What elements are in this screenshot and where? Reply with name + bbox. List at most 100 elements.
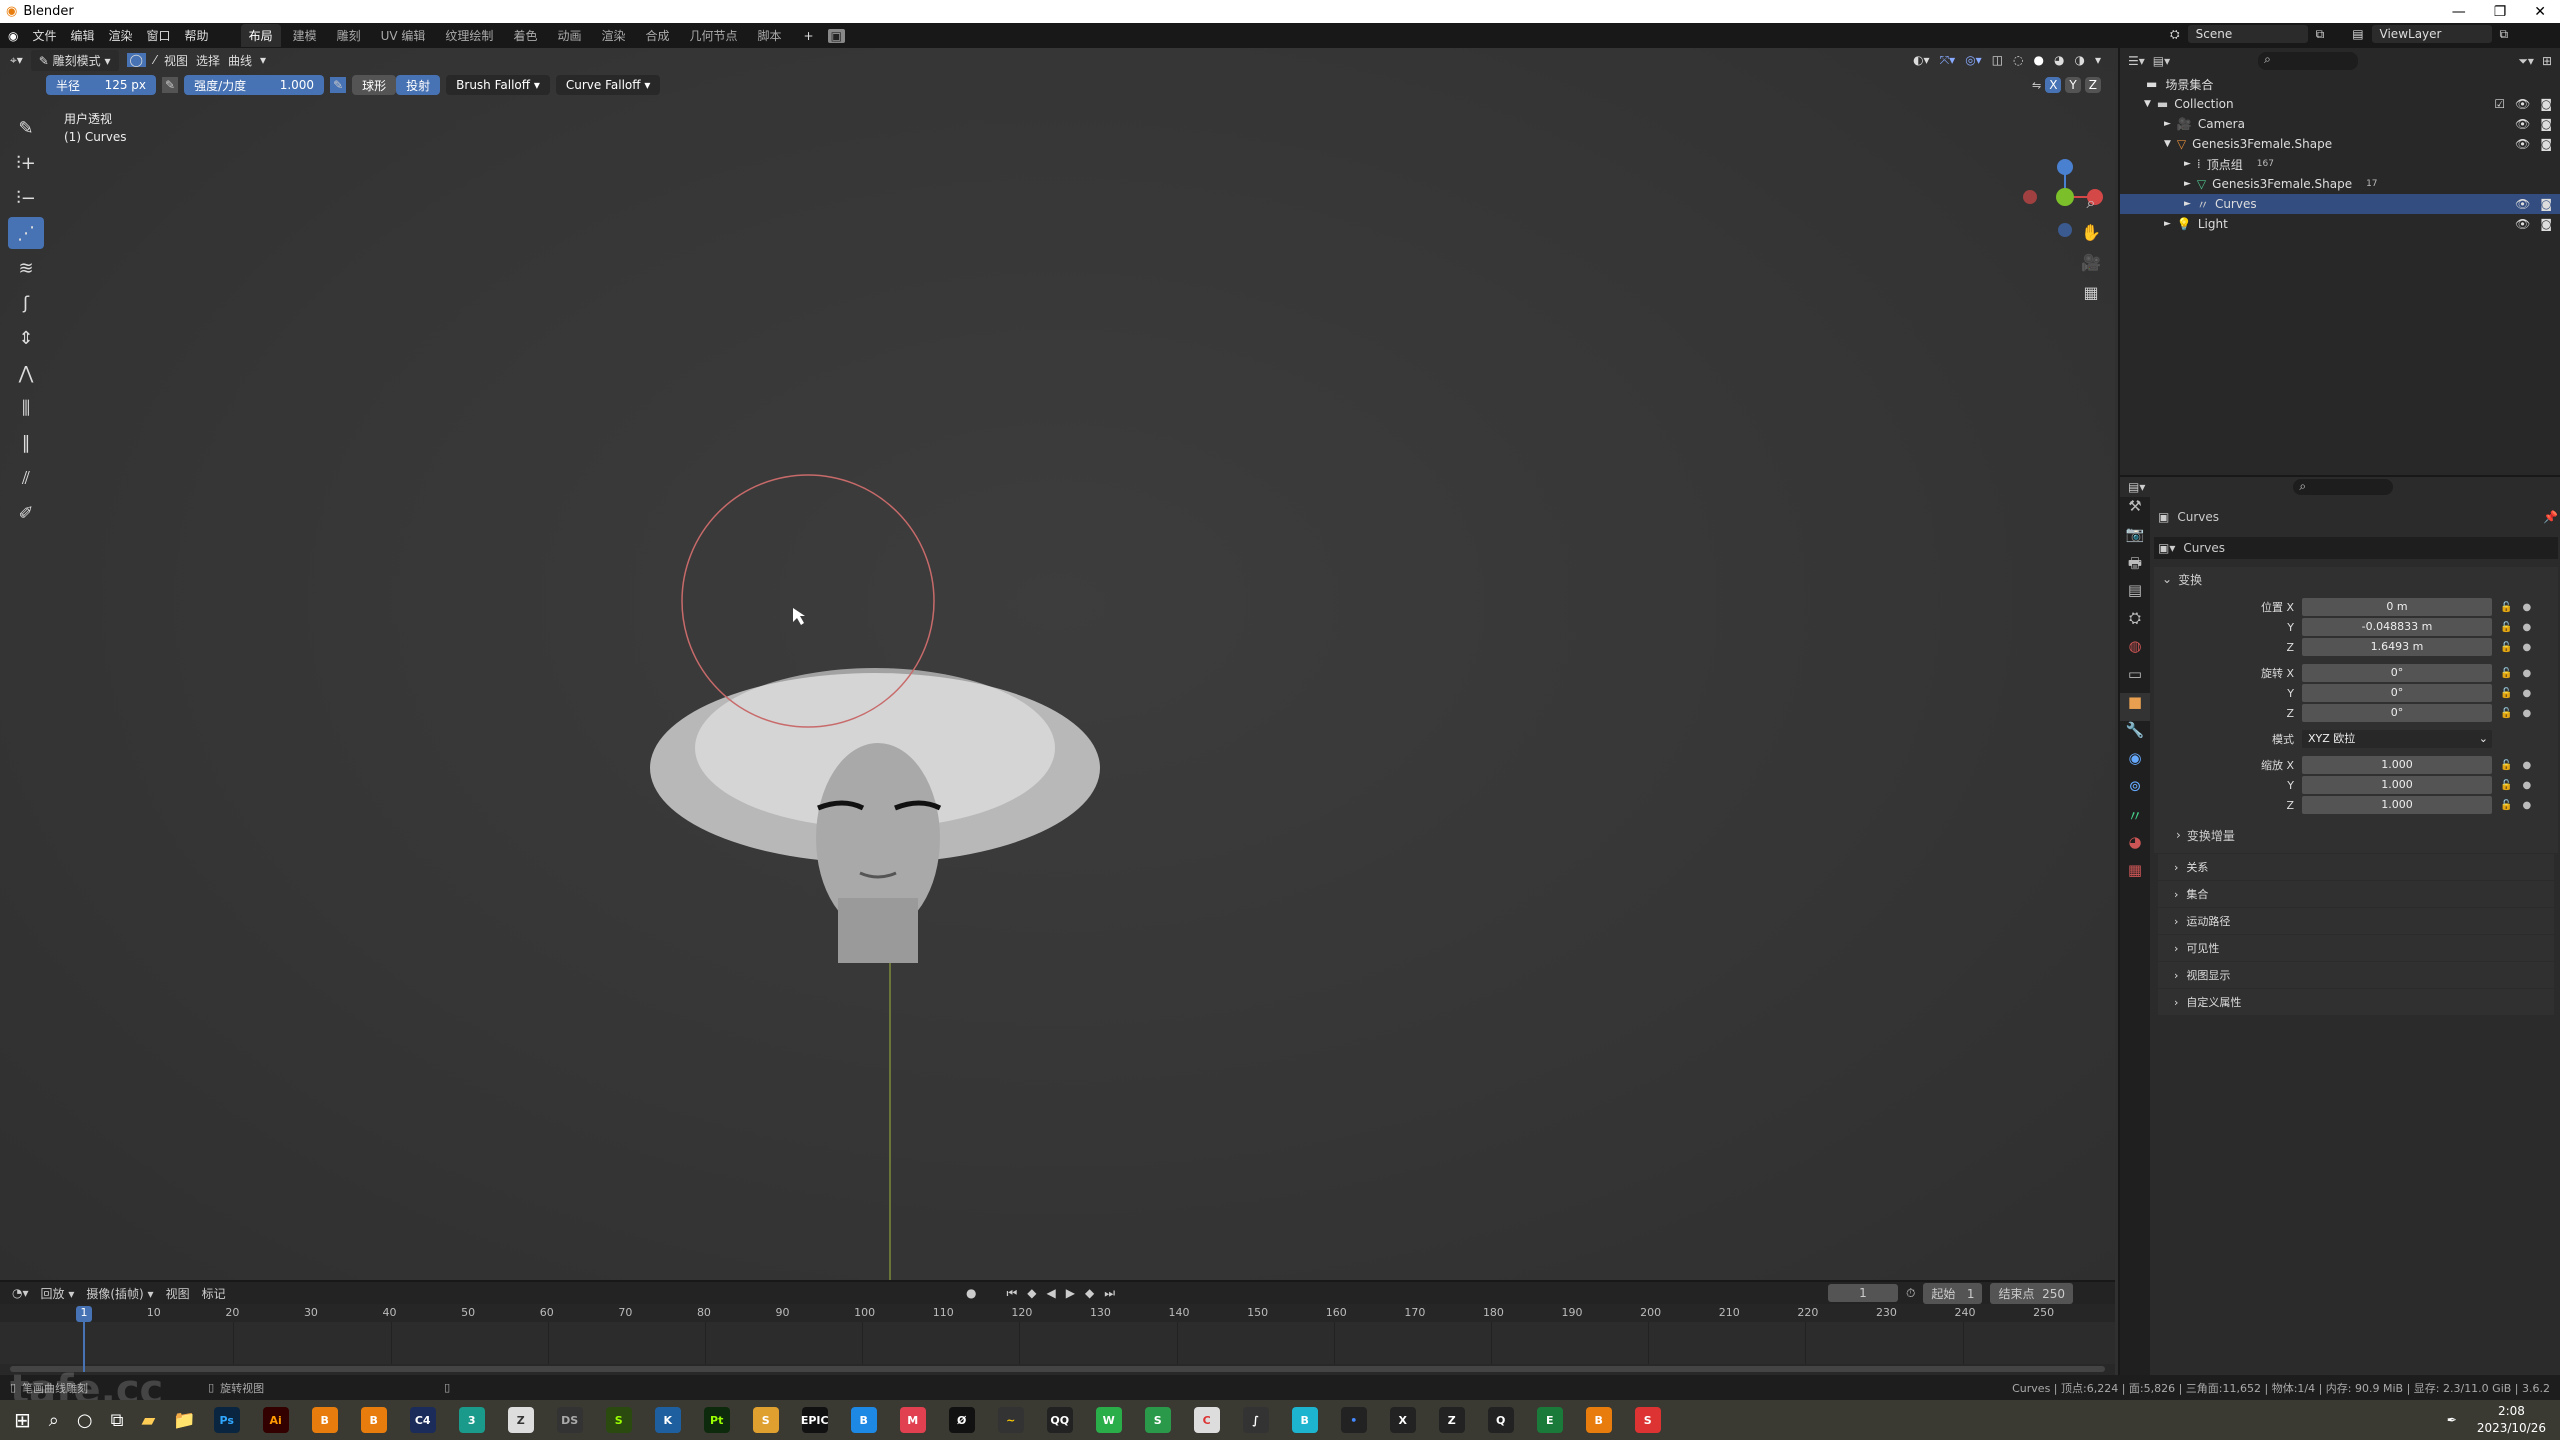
taskbar-app-icon[interactable]: S <box>1144 1407 1171 1433</box>
curves-data-tab-icon[interactable]: 〃 <box>2120 805 2150 833</box>
keyframe-dot-icon[interactable]: ● <box>2522 708 2531 719</box>
menu-marker[interactable]: 标记 <box>202 1285 226 1302</box>
keyframe-dot-icon[interactable]: ● <box>2522 780 2531 791</box>
keyframe-dot-icon[interactable]: ● <box>2522 760 2531 771</box>
clock[interactable]: 2:08 2023/10/26 <box>2477 1403 2546 1437</box>
keyframe-dot-icon[interactable]: ● <box>2522 642 2531 653</box>
workspace-tab[interactable]: 脚本 <box>750 24 790 47</box>
workspace-tab[interactable]: 建模 <box>285 24 325 47</box>
add-workspace-button[interactable]: + <box>804 29 814 43</box>
taskbar-app-icon[interactable]: EPIC <box>801 1407 829 1433</box>
start-frame-field[interactable]: 起始 1 <box>1923 1282 1983 1304</box>
taskbar-app-icon[interactable]: X <box>1389 1407 1416 1433</box>
world-tab-icon[interactable]: ◍ <box>2120 637 2150 665</box>
keyframe-dot-icon[interactable]: ● <box>2522 800 2531 811</box>
timeline-ruler[interactable]: 10 20 30 40 50 60 70 80 90 100 110 120 130 140 150 160 1… <box>0 1304 2115 1322</box>
taskbar-app-icon[interactable]: Q <box>1487 1407 1514 1433</box>
location-x-field[interactable]: 0 m <box>2302 598 2492 616</box>
play-icon[interactable]: ▶ <box>1066 1286 1075 1300</box>
pan-hand-icon[interactable]: ✋ <box>2078 223 2104 249</box>
taskbar-app-icon[interactable]: B <box>1585 1407 1612 1433</box>
workspace-tab[interactable]: 着色 <box>505 24 545 47</box>
collapsed-panel[interactable]: › 关系 <box>2158 854 2554 880</box>
end-frame-field[interactable]: 结束点 250 <box>1990 1282 2074 1304</box>
taskbar-app-icon[interactable]: ~ <box>997 1407 1024 1433</box>
workspace-tab[interactable]: 动画 <box>549 24 589 47</box>
taskbar-app-icon[interactable]: Ai <box>262 1407 289 1433</box>
close-button[interactable]: ✕ <box>2534 4 2546 20</box>
menu-window[interactable]: 窗口 <box>147 27 171 44</box>
physics-tab-icon[interactable]: ◉ <box>2120 749 2150 777</box>
timeline-track[interactable] <box>0 1322 2115 1364</box>
menu-render[interactable]: 渲染 <box>109 27 133 44</box>
texture-tab-icon[interactable]: ▦ <box>2120 861 2150 889</box>
lock-icon[interactable]: 🔓 <box>2500 622 2512 633</box>
taskbar-app-icon[interactable]: S <box>752 1407 779 1433</box>
workspace-tab[interactable]: 雕刻 <box>329 24 369 47</box>
folder-icon[interactable]: ▰ <box>141 1410 155 1431</box>
eye-icon[interactable]: 👁 <box>2515 97 2530 111</box>
new-scene-icon[interactable]: ⧉ <box>2316 27 2325 42</box>
playhead[interactable]: 1 <box>76 1306 92 1322</box>
keyframe-dot-icon[interactable]: ● <box>2522 602 2531 613</box>
menu-timeline-view[interactable]: 视图 <box>166 1285 190 1302</box>
render-tab-icon[interactable]: 📷 <box>2120 525 2150 553</box>
play-reverse-icon[interactable]: ◀ <box>1047 1286 1056 1300</box>
collapsed-arrow-icon[interactable]: ► <box>2184 159 2191 169</box>
lock-icon[interactable]: 🔓 <box>2500 688 2512 699</box>
workspace-tab[interactable]: UV 编辑 <box>373 24 434 47</box>
3d-viewport[interactable]: ⌖▾ ✎ 雕刻模式 ▾ ◯ ⁄ 视图 选择 曲线 ▾ ◐▾ ⤧▾ ◎▾ ◫ ◌ … <box>0 48 2115 1280</box>
taskbar-app-icon[interactable]: Pt <box>703 1407 730 1433</box>
rotation-mode-dropdown[interactable]: XYZ 欧拉 ⌄ <box>2302 730 2492 748</box>
workspace-switch-icon[interactable]: ▣ <box>827 28 845 43</box>
lock-icon[interactable]: 🔓 <box>2500 760 2512 771</box>
keyframe-dot-icon[interactable]: ● <box>2522 622 2531 633</box>
record-icon[interactable]: ● <box>966 1286 976 1300</box>
location-z-field[interactable]: 1.6493 m <box>2302 638 2492 656</box>
scale-x-field[interactable]: 1.000 <box>2302 756 2492 774</box>
menu-keying[interactable]: 摄像(插帧) ▾ <box>86 1285 153 1302</box>
workspace-tab[interactable]: 合成 <box>637 24 677 47</box>
view-layer-tab-icon[interactable]: ▤ <box>2120 581 2150 609</box>
next-keyframe-icon[interactable]: ◆ <box>1085 1286 1094 1300</box>
prev-keyframe-icon[interactable]: ◆ <box>1027 1286 1036 1300</box>
file-explorer-icon[interactable]: 📁 <box>173 1410 195 1431</box>
display-mode-icon[interactable]: ☰▾ <box>2128 54 2145 68</box>
location-y-field[interactable]: -0.048833 m <box>2302 618 2492 636</box>
taskbar-app-icon[interactable]: B <box>850 1407 877 1433</box>
filter-icon[interactable]: ⏷▾ <box>2518 54 2534 69</box>
new-view-layer-icon[interactable]: ⧉ <box>2500 27 2509 42</box>
taskbar-app-icon[interactable]: S <box>1634 1407 1661 1433</box>
collapsed-panel[interactable]: › 自定义属性 <box>2158 989 2554 1015</box>
collapsed-panel[interactable]: › 集合 <box>2158 881 2554 907</box>
outliner-item[interactable]: ► ⁞ 顶点组 167 <box>2120 154 2560 174</box>
taskbar-app-icon[interactable]: Z <box>507 1407 534 1433</box>
filter-view-icon[interactable]: ▤▾ <box>2153 54 2170 68</box>
constraint-tab-icon[interactable]: ⊚ <box>2120 777 2150 805</box>
jump-start-icon[interactable]: ⏮ <box>1006 1286 1017 1301</box>
outliner-item[interactable]: ► 🎥 Camera 👁 ◙ <box>2120 114 2560 134</box>
output-tab-icon[interactable]: 🖶 <box>2120 553 2150 581</box>
workspace-tab[interactable]: 布局 <box>240 24 281 47</box>
scene-icon[interactable]: ⛭ <box>2170 27 2180 42</box>
scale-z-field[interactable]: 1.000 <box>2302 796 2492 814</box>
timeline-scrollbar[interactable] <box>10 1366 2105 1372</box>
scale-y-field[interactable]: 1.000 <box>2302 776 2492 794</box>
outliner-search-input[interactable]: ⌕ <box>2258 52 2359 70</box>
taskbar-app-icon[interactable]: M <box>899 1407 926 1433</box>
taskbar-app-icon[interactable]: C <box>1193 1407 1220 1433</box>
exclude-checkbox[interactable]: ☑ <box>2494 97 2505 111</box>
collapsed-panel[interactable]: › 运动路径 <box>2158 908 2554 934</box>
taskbar-app-icon[interactable]: Ø <box>948 1407 975 1433</box>
timeline-editor-icon[interactable]: ◔▾ <box>12 1286 29 1300</box>
collapsed-arrow-icon[interactable]: ► <box>2164 219 2171 229</box>
material-tab-icon[interactable]: ◕ <box>2120 833 2150 861</box>
blender-menu-icon[interactable]: ◉ <box>8 29 18 43</box>
lock-icon[interactable]: 🔓 <box>2500 602 2512 613</box>
view-layer-field[interactable]: ViewLayer <box>2371 25 2492 43</box>
workspace-tab[interactable]: 几何节点 <box>682 24 746 47</box>
outliner-item[interactable]: ► ▽ Genesis3Female.Shape 17 <box>2120 174 2560 194</box>
taskbar-app-icon[interactable]: W <box>1095 1407 1122 1433</box>
cortana-icon[interactable]: ○ <box>77 1410 93 1431</box>
collapsed-panel[interactable]: › 视图显示 <box>2158 962 2554 988</box>
